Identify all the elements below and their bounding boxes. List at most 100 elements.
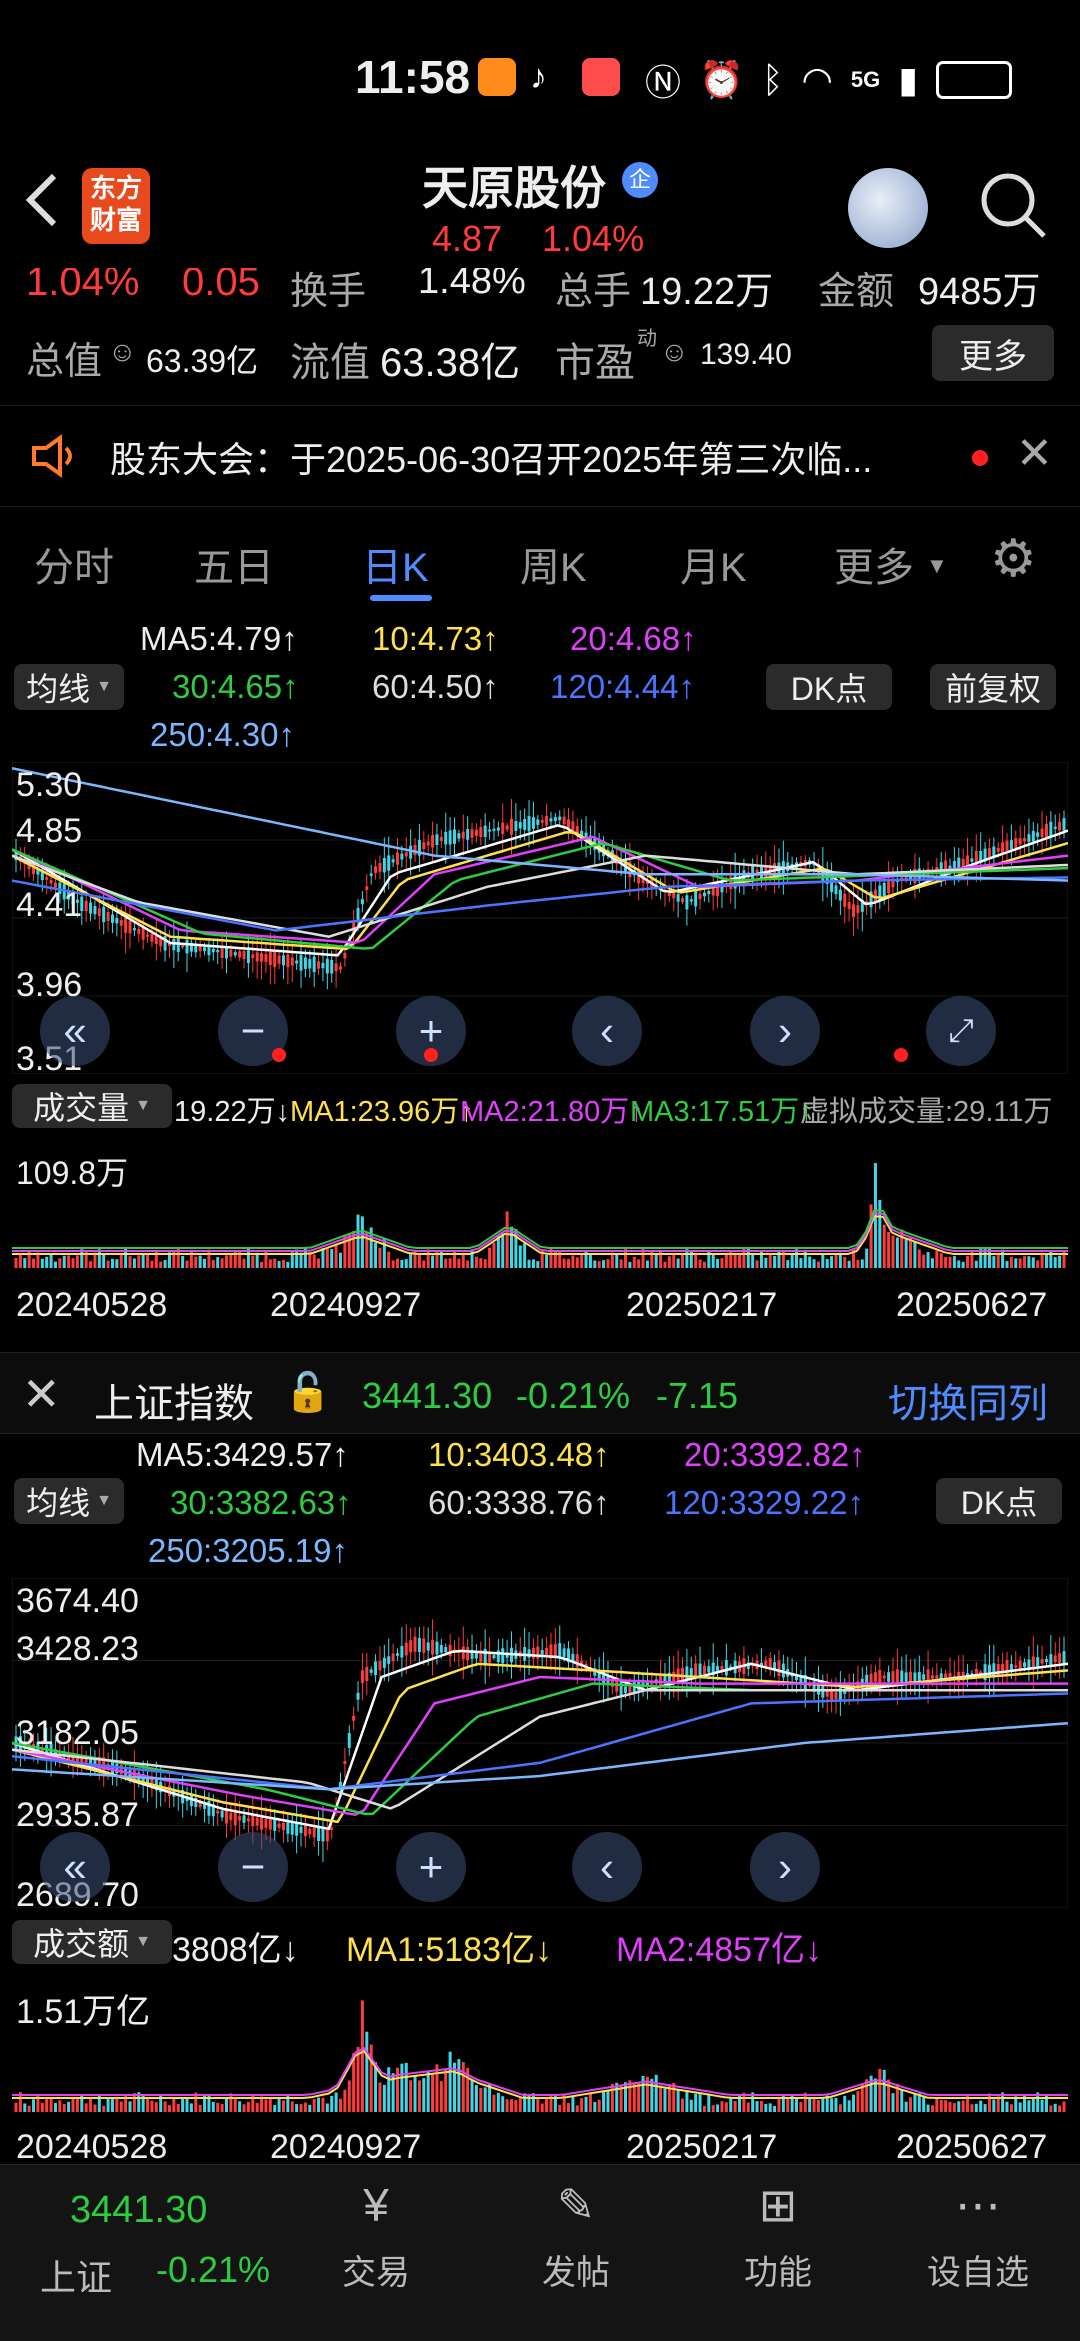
index-name[interactable]: 上证指数: [94, 1371, 254, 1429]
candle-body: [242, 1815, 246, 1823]
y-axis-label: 2935.87: [16, 1796, 139, 1834]
nav-index-price[interactable]: 3441.30: [70, 2189, 207, 2232]
scroll-right-icon[interactable]: ›: [750, 1832, 820, 1902]
volume-bar: [887, 1231, 891, 1268]
volume-bar: [246, 2101, 250, 2112]
stat-pe-label: 市盈: [555, 341, 635, 385]
volume-bar: [1014, 1258, 1018, 1268]
volume-bar: [786, 2098, 790, 2112]
volume-bar: [492, 2094, 496, 2112]
volume-bar: [295, 2104, 299, 2112]
adjust-price-button[interactable]: 前复权: [930, 664, 1056, 710]
scroll-left-fast-icon[interactable]: «: [40, 1832, 110, 1902]
volume-bar: [387, 1251, 391, 1268]
scroll-left-icon[interactable]: ‹: [572, 996, 642, 1066]
candle-body: [992, 846, 996, 857]
kline-chart-2[interactable]: [12, 1578, 1068, 1908]
alarm-icon: ⏰: [699, 59, 744, 100]
candle-body: [536, 819, 540, 825]
volume-bar: [716, 1258, 720, 1268]
volume-bar: [584, 2096, 588, 2112]
volume-ma2: MA2:21.80万↑: [460, 1096, 644, 1128]
fullscreen-icon[interactable]: ⤢: [926, 996, 996, 1066]
candle-body: [558, 816, 562, 821]
robot-assistant-icon[interactable]: [848, 168, 928, 248]
search-icon[interactable]: [978, 170, 1048, 240]
dk-point-button[interactable]: DK点: [936, 1478, 1062, 1524]
close-icon[interactable]: ✕: [1016, 428, 1053, 479]
volume-bar: [720, 2101, 724, 2112]
volume-indicator-button[interactable]: 成交量 ▼: [12, 1084, 172, 1128]
tab-daily-k[interactable]: 日K: [362, 535, 429, 593]
volume-bar: [930, 1258, 934, 1268]
tab-five-day[interactable]: 五日: [194, 535, 274, 593]
switch-view-button[interactable]: 切换同列: [888, 1371, 1048, 1429]
volume-bar: [93, 2104, 97, 2112]
app-logo[interactable]: 东方 财富: [82, 168, 150, 244]
kline-chart-1[interactable]: [12, 762, 1068, 1074]
volume-bar: [852, 2094, 856, 2112]
candle-body: [672, 892, 676, 899]
candle-body: [426, 1642, 430, 1651]
chevron-down-icon: ▼: [96, 678, 112, 695]
candle-body: [185, 939, 189, 954]
candle-body: [474, 829, 478, 837]
volume-chart-1[interactable]: [12, 1138, 1068, 1268]
candle-body: [150, 933, 154, 942]
volume-bar: [882, 1224, 886, 1268]
nav-trade[interactable]: ¥ 交易: [306, 2175, 446, 2294]
more-stats-button[interactable]: 更多: [932, 325, 1054, 381]
candle-body: [308, 959, 312, 969]
candle-body: [448, 1644, 452, 1657]
scroll-right-icon[interactable]: ›: [750, 996, 820, 1066]
volume-bar: [922, 2095, 926, 2112]
date-label: 20240927: [270, 2128, 422, 2166]
nav-watchlist[interactable]: ⋯ 设自选: [908, 2175, 1048, 2294]
stock-name[interactable]: 天原股份: [422, 152, 606, 218]
nav-index-name[interactable]: 上证: [40, 2249, 112, 2301]
tab-monthly-k[interactable]: 月K: [680, 535, 747, 593]
scroll-left-fast-icon[interactable]: «: [40, 996, 110, 1066]
ma-button[interactable]: 均线 ▼: [14, 664, 124, 710]
close-icon[interactable]: ✕: [22, 1367, 61, 1421]
candle-body: [435, 1641, 439, 1655]
info-icon[interactable]: ☺: [660, 336, 689, 368]
zoom-in-icon[interactable]: +: [396, 1832, 466, 1902]
volume-bar: [146, 2097, 150, 2112]
candle-body: [676, 894, 680, 902]
tab-intraday[interactable]: 分时: [34, 535, 114, 593]
dk-point-button[interactable]: DK点: [766, 664, 892, 710]
info-icon[interactable]: ☺: [108, 336, 137, 368]
volume-bar: [667, 1256, 671, 1268]
scroll-left-icon[interactable]: ‹: [572, 1832, 642, 1902]
candle-body: [106, 912, 110, 921]
volume-bar: [483, 1259, 487, 1268]
app-notification-icons: ♪: [478, 58, 620, 96]
candle-body: [624, 1686, 628, 1693]
candle-body: [1005, 1660, 1009, 1676]
nav-functions[interactable]: ⊞ 功能: [708, 2175, 848, 2294]
zoom-out-icon[interactable]: −: [218, 1832, 288, 1902]
volume-bar: [961, 2100, 965, 2112]
back-icon[interactable]: [22, 170, 62, 230]
volume-bar: [435, 2064, 439, 2112]
volume-bar: [400, 1259, 404, 1268]
candle-body: [496, 827, 500, 831]
stat-pe: 139.40: [700, 338, 792, 371]
volume-bar: [251, 1255, 255, 1268]
candle-body: [439, 1645, 443, 1653]
announcement-bar[interactable]: 股东大会：于2025-06-30召开2025年第三次临... ✕: [0, 405, 1080, 507]
amount-chart-2[interactable]: [12, 1972, 1068, 2112]
volume-bar: [488, 1247, 492, 1268]
chevron-down-icon: ▼: [135, 1097, 151, 1114]
announcement-text[interactable]: 股东大会：于2025-06-30召开2025年第三次临...: [110, 431, 872, 483]
nav-post[interactable]: ✎ 发帖: [506, 2175, 646, 2294]
ma-button[interactable]: 均线 ▼: [14, 1478, 124, 1524]
tab-more[interactable]: 更多: [834, 535, 914, 593]
gear-icon[interactable]: ⚙: [990, 529, 1037, 589]
amount-indicator-button[interactable]: 成交额 ▼: [12, 1920, 172, 1964]
tab-weekly-k[interactable]: 周K: [520, 535, 587, 593]
lock-icon[interactable]: 🔓: [284, 1371, 331, 1415]
ma5-label: MA5:3429.57↑: [136, 1436, 349, 1473]
volume-bar: [400, 2063, 404, 2112]
